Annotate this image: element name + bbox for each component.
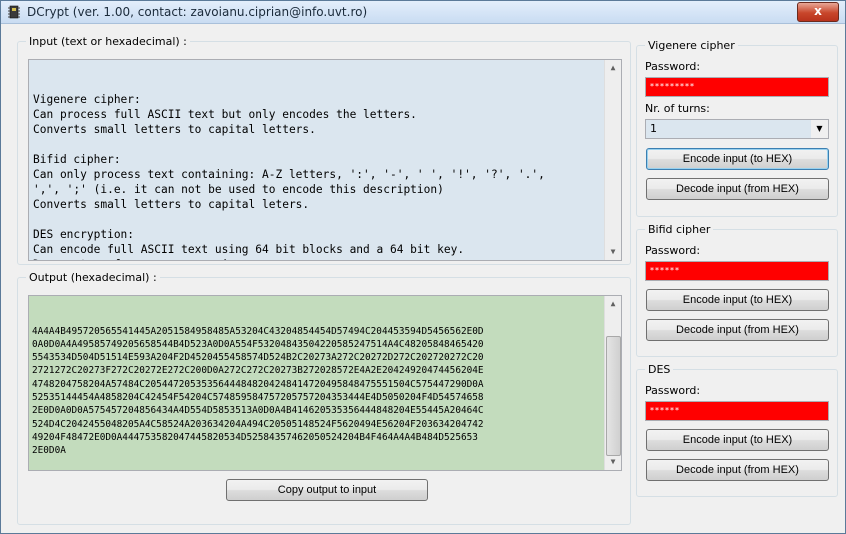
turns-select[interactable]: 1 ▼ <box>645 119 829 139</box>
des-group: DES Password: ****** Encode input (to HE… <box>636 363 838 497</box>
input-text: Vigenere cipher: Can process full ASCII … <box>33 93 545 260</box>
input-group-title: Input (text or hexadecimal) : <box>26 35 190 48</box>
output-line: 2E0D0A <box>32 445 66 457</box>
bifid-title: Bifid cipher <box>645 223 714 236</box>
output-line: 2E0D0A0D0A575457204856434A4D554D5853513A… <box>32 405 484 417</box>
output-line: 5543534D504D51514E593A204F2D452045545857… <box>32 352 484 364</box>
des-password-label: Password: <box>645 384 701 397</box>
bifid-encode-button[interactable]: Encode input (to HEX) <box>646 289 829 311</box>
close-button[interactable]: x <box>797 2 839 22</box>
output-line: 2721272C20273F272C20272E272C200D0A272C27… <box>32 365 484 377</box>
scroll-up-icon[interactable]: ▲ <box>605 60 621 76</box>
output-textarea[interactable]: 4A4A4B495720565541445A2051584958485A5320… <box>28 295 622 471</box>
output-line: 4A4A4B495720565541445A2051584958485A5320… <box>32 325 484 337</box>
title-bar[interactable]: DCrypt (ver. 1.00, contact: zavoianu.cip… <box>1 1 845 24</box>
app-window: DCrypt (ver. 1.00, contact: zavoianu.cip… <box>0 0 846 534</box>
turns-value: 1 <box>650 122 657 135</box>
output-line: 49204F48472E0D0A444753582047445820534D52… <box>32 431 478 443</box>
output-line: 0A0D0A4A49585749205658544B4D523A0D0A554F… <box>32 338 484 350</box>
input-scrollbar[interactable]: ▲ ▼ <box>604 60 621 260</box>
vigenere-decode-button[interactable]: Decode input (from HEX) <box>646 178 829 200</box>
vigenere-password-field[interactable]: ********* <box>645 77 829 97</box>
output-text: 4A4A4B495720565541445A2051584958485A5320… <box>32 325 600 458</box>
scroll-down-icon[interactable]: ▼ <box>605 454 621 470</box>
output-group-title: Output (hexadecimal) : <box>26 271 160 284</box>
client-area: Input (text or hexadecimal) : Vigenere c… <box>9 31 839 527</box>
vigenere-group: Vigenere cipher Password: ********* Nr. … <box>636 39 838 217</box>
bifid-password-label: Password: <box>645 244 701 257</box>
des-password-field[interactable]: ****** <box>645 401 829 421</box>
vigenere-encode-button[interactable]: Encode input (to HEX) <box>646 148 829 170</box>
window-title: DCrypt (ver. 1.00, contact: zavoianu.cip… <box>27 5 368 19</box>
input-textarea[interactable]: Vigenere cipher: Can process full ASCII … <box>28 59 622 261</box>
scroll-down-icon[interactable]: ▼ <box>605 244 621 260</box>
output-line: 52535144454A4858204C42454F54204C57485958… <box>32 392 484 404</box>
des-encode-button[interactable]: Encode input (to HEX) <box>646 429 829 451</box>
output-line: 4748204758204A57484C20544720535356444848… <box>32 378 484 390</box>
output-scrollbar[interactable]: ▲ ▼ <box>604 296 621 470</box>
turns-label: Nr. of turns: <box>645 102 710 115</box>
output-line: 524D4C2042455048205A4C58524A203634204A49… <box>32 418 484 430</box>
des-title: DES <box>645 363 674 376</box>
copy-output-button[interactable]: Copy output to input <box>226 479 428 501</box>
vigenere-title: Vigenere cipher <box>645 39 738 52</box>
app-chip-icon <box>8 5 20 19</box>
scroll-thumb[interactable] <box>606 336 621 456</box>
bifid-decode-button[interactable]: Decode input (from HEX) <box>646 319 829 341</box>
bifid-password-field[interactable]: ****** <box>645 261 829 281</box>
vigenere-password-label: Password: <box>645 60 701 73</box>
chevron-down-icon[interactable]: ▼ <box>811 120 828 138</box>
des-decode-button[interactable]: Decode input (from HEX) <box>646 459 829 481</box>
scroll-up-icon[interactable]: ▲ <box>605 296 621 312</box>
bifid-group: Bifid cipher Password: ****** Encode inp… <box>636 223 838 357</box>
